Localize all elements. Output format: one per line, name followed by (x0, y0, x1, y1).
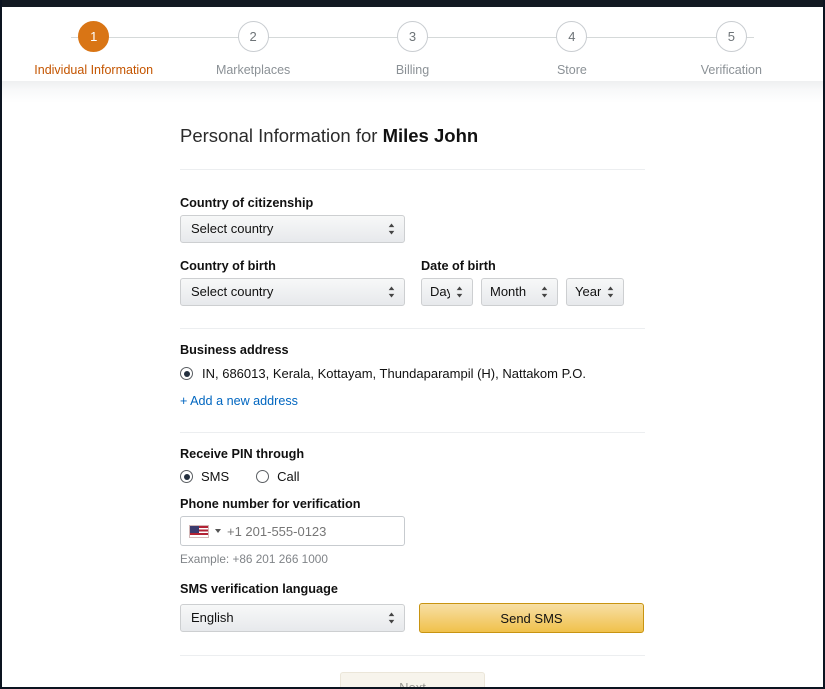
page-title-prefix: Personal Information for (180, 125, 383, 146)
chevron-down-icon[interactable] (215, 529, 221, 533)
divider-pin (180, 432, 645, 433)
date-of-birth-group: Date of birth Day Month Year (421, 259, 645, 306)
step-number-4: 4 (556, 21, 588, 52)
page-title-name: Miles John (382, 125, 479, 146)
dob-month-wrap[interactable]: Month (481, 278, 558, 306)
sms-language-group: SMS verification language English Send S… (180, 582, 645, 633)
divider-title (180, 169, 645, 170)
phone-example: Example: +86 201 266 1000 (180, 552, 328, 566)
phone-group: Phone number for verification +1 201-555… (180, 497, 645, 566)
step-number-1: 1 (78, 21, 110, 52)
page-title: Personal Information for Miles John (180, 125, 645, 147)
step-label-marketplaces: Marketplaces (215, 63, 291, 77)
sms-language-select-wrap[interactable]: English (180, 604, 405, 632)
us-flag-icon (189, 524, 209, 538)
citizenship-field-group: Country of citizenship Select country (180, 196, 645, 243)
step-label-billing: Billing (395, 63, 430, 77)
dob-month-select[interactable]: Month (481, 278, 558, 306)
dob-year-select[interactable]: Year (566, 278, 624, 306)
business-address-option[interactable]: IN, 686013, Kerala, Kottayam, Thundapara… (180, 366, 645, 381)
pin-sms-radio[interactable] (180, 470, 193, 483)
step-marketplaces[interactable]: 2 Marketplaces (173, 7, 332, 77)
business-address-label: Business address (180, 343, 289, 357)
country-of-birth-select-wrap[interactable]: Select country (180, 278, 405, 306)
step-label-store: Store (556, 63, 587, 77)
pin-call-radio[interactable] (256, 470, 270, 483)
pin-sms-label: SMS (201, 469, 230, 484)
step-number-2: 2 (237, 21, 269, 52)
add-new-address-link[interactable]: + Add a new address (180, 394, 298, 408)
business-address-text: IN, 686013, Kerala, Kottayam, Thundapara… (202, 366, 586, 381)
signup-page: 1 Individual Information 2 Marketplaces … (0, 0, 825, 689)
form-panel: Personal Information for Miles John Coun… (180, 103, 645, 687)
next-button[interactable]: Next (340, 672, 485, 687)
citizenship-select[interactable]: Select country (180, 215, 405, 243)
citizenship-label: Country of citizenship (180, 196, 314, 210)
phone-label: Phone number for verification (180, 497, 361, 511)
step-label-verification: Verification (700, 63, 762, 77)
step-billing[interactable]: 3 Billing (333, 7, 492, 77)
divider-footer (180, 655, 645, 656)
step-individual-information[interactable]: 1 Individual Information (14, 7, 173, 77)
dob-day-select[interactable]: Day (421, 278, 473, 306)
business-address-group: Business address IN, 686013, Kerala, Kot… (180, 343, 645, 410)
receive-pin-label: Receive PIN through (180, 447, 305, 461)
citizenship-select-wrap[interactable]: Select country (180, 215, 405, 243)
country-of-birth-select[interactable]: Select country (180, 278, 405, 306)
phone-input[interactable]: +1 201-555-0123 (180, 516, 405, 546)
step-verification[interactable]: 5 Verification (652, 7, 811, 77)
date-of-birth-label: Date of birth (421, 259, 496, 273)
sms-language-label: SMS verification language (180, 582, 338, 596)
receive-pin-options: SMS Call (180, 469, 645, 484)
step-number-5: 5 (715, 21, 747, 52)
step-number-3: 3 (397, 21, 429, 52)
progress-stepper: 1 Individual Information 2 Marketplaces … (2, 7, 823, 83)
country-of-birth-group: Country of birth Select country (180, 259, 405, 306)
divider-address (180, 328, 645, 329)
stepper-shadow (2, 81, 823, 103)
next-button-wrap: Next (180, 672, 645, 687)
sms-language-row: English Send SMS (180, 603, 645, 633)
sms-language-select[interactable]: English (180, 604, 405, 632)
send-sms-button[interactable]: Send SMS (419, 603, 644, 633)
receive-pin-group: Receive PIN through SMS Call (180, 447, 645, 484)
phone-placeholder: +1 201-555-0123 (227, 523, 327, 539)
dob-day-wrap[interactable]: Day (421, 278, 473, 306)
step-store[interactable]: 4 Store (492, 7, 651, 77)
country-of-birth-label: Country of birth (180, 259, 276, 273)
date-of-birth-selects: Day Month Year (421, 278, 645, 306)
business-address-radio[interactable] (180, 367, 193, 380)
dob-year-wrap[interactable]: Year (566, 278, 624, 306)
step-label-individual-information: Individual Information (34, 63, 154, 77)
pin-call-label: Call (277, 469, 300, 484)
birth-row: Country of birth Select country Date of … (180, 259, 645, 306)
top-bar (2, 0, 823, 7)
